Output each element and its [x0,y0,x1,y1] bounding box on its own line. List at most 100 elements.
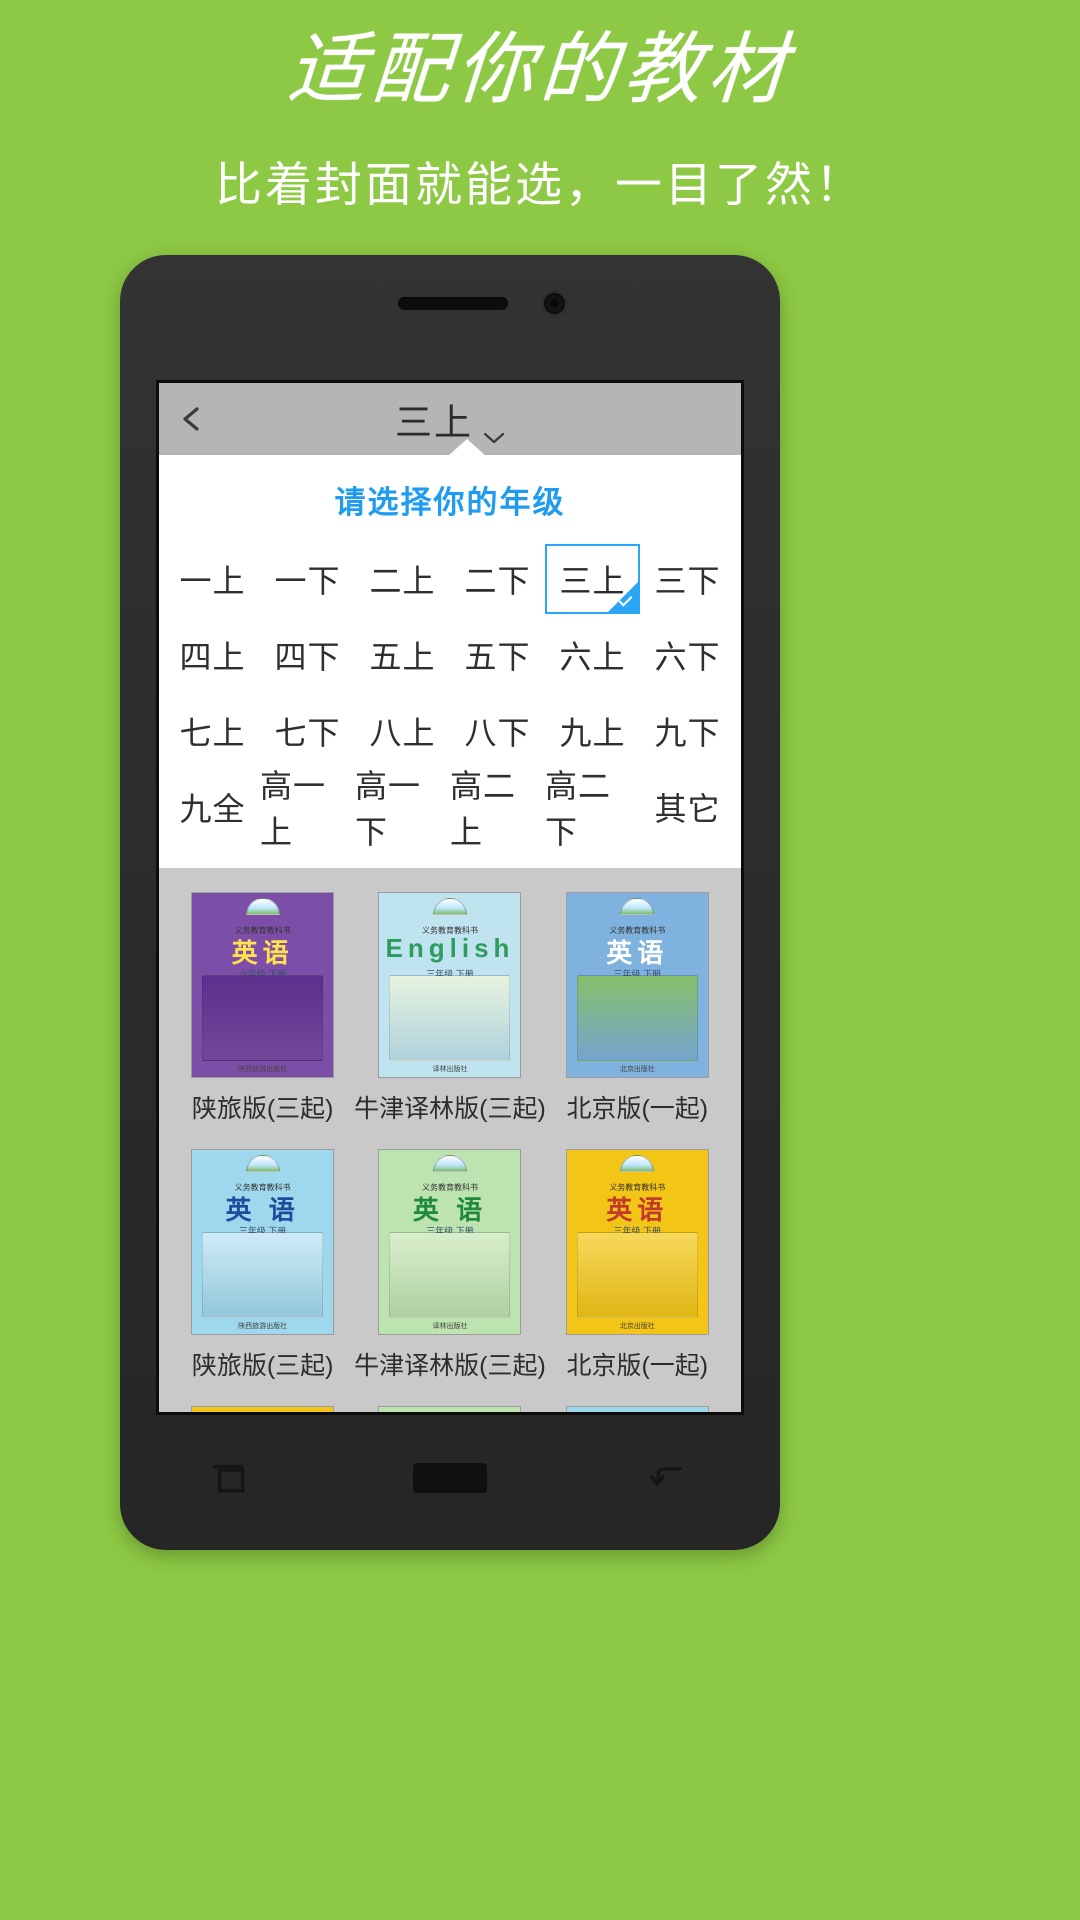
book-cover[interactable]: 义务教育教科书英语三年级 下册北京出版社 [565,1149,709,1335]
grade-option-六下[interactable]: 六下 [640,620,735,690]
book-cover[interactable]: 义务教育教科书英 语三年级 下册译林出版社 [378,1149,522,1335]
book-item[interactable]: 义务教育教科书 英语 六年级 下册 陕西旅游出版社陕旅版(三起) [183,892,343,1125]
dropdown-pointer-icon [448,439,486,456]
publisher-logo-icon [620,1155,655,1172]
grade-option-四上[interactable]: 四上 [165,620,260,690]
back-chevron-icon[interactable] [177,404,207,434]
promo-header: 适配你的教材 比着封面就能选，一目了然！ [0,0,1080,215]
book-title: 英 语 [225,1195,300,1225]
grade-option-高一下[interactable]: 高一下 [355,768,450,850]
book-cover[interactable]: 义务教育教科书英语三年级 下册北京出版社 [565,892,709,1078]
book-publisher: 陕西旅游出版社 [238,1066,288,1073]
book-row: 义务教育教科书英语三年级 下册北京出版社 义务教育教科书英 语三年级 下册译林出版… [159,1392,741,1415]
grade-option-label: 高二上 [450,768,517,850]
grade-option-二上[interactable]: 二上 [355,544,450,614]
phone-mockup: 三上 请选择你的年级 一上 一下 二上 二下 三上 三下 四上 四下 五上 五下 六上 六下 七上 七下八… [120,255,780,1550]
book-cover[interactable]: 义务教育教科书英 语三年级 下册译林出版社 [378,1406,522,1412]
grade-option-label: 八下 [464,715,531,751]
book-cover-illustration [389,975,511,1061]
book-item[interactable]: 义务教育教科书 英语 三年级 下册 北京出版社 北京版(一起) [557,1149,717,1382]
grade-option-label: 高二下 [545,768,612,850]
grade-option-label: 一上 [179,563,246,599]
grade-option-九下[interactable]: 九下 [640,696,735,766]
grade-option-七上[interactable]: 七上 [165,696,260,766]
book-item[interactable]: 义务教育教科书 English 三年级 下册 译林出版社牛津译林版(三起) [354,892,546,1125]
book-item[interactable]: 义务教育教科书英 语三年级 下册 译林出版社牛津译林版(三起) [354,1149,546,1382]
grade-selector-title[interactable]: 三上 [395,392,505,446]
book-cover[interactable]: 义务教育教科书 English 三年级 下册 译林出版社 [378,892,522,1078]
grade-option-九全[interactable]: 九全 [165,772,260,842]
book-title: 英语 [606,1195,669,1225]
book-publisher: 译林出版社 [432,1066,468,1073]
grade-option-四下[interactable]: 四下 [260,620,355,690]
grade-option-高二下[interactable]: 高二下 [545,768,640,850]
book-item[interactable]: 义务教育教科书英 语三年级 下册 陕西旅游出版社 陕旅版(三起) [183,1149,343,1382]
grade-option-label: 九上 [559,715,626,751]
grade-option-八下[interactable]: 八下 [450,696,545,766]
book-publisher: 陕西旅游出版社 [238,1323,288,1330]
grade-option-label: 二上 [369,563,436,599]
grade-option-label: 三下 [654,563,721,599]
grade-option-高二上[interactable]: 高二上 [450,768,545,850]
publisher-logo-icon [620,1412,654,1415]
grade-option-高一上[interactable]: 高一上 [260,768,355,850]
book-edition-label: 陕旅版(三起) [191,1095,334,1123]
grade-option-label: 八上 [369,715,436,751]
book-title: 英 语 [412,1195,488,1225]
grade-option-label: 高一下 [355,768,422,850]
page-subtitle: 比着封面就能选，一目了然！ [215,157,865,211]
book-cover-illustration [576,975,698,1061]
grade-option-三上[interactable]: 三上 [545,544,640,614]
recents-icon[interactable] [193,1448,267,1508]
grade-option-label: 九全 [179,791,246,827]
publisher-logo-icon [245,898,280,915]
grade-option-一上[interactable]: 一上 [165,544,260,614]
grade-option-二下[interactable]: 二下 [450,544,545,614]
grade-dropdown-panel: 请选择你的年级 一上 一下 二上 二下 三上 三下四上 四下 五上 五下 六上 六下七上 七下 八上 八下… [159,439,741,868]
book-cover-illustration [389,1232,511,1318]
publisher-logo-icon [620,898,655,915]
grade-option-五上[interactable]: 五上 [355,620,450,690]
grade-grid: 一上 一下 二上 二下 三上 三下 四上 四下 五上 五下 六上 六下 七上 七下 八上 八下 九上 九下 九全 高一… [159,544,741,850]
grade-option-八上[interactable]: 八上 [355,696,450,766]
book-edition-label: 牛津译林版(三起) [354,1352,546,1380]
grade-option-label: 六下 [654,639,721,675]
book-item[interactable]: 义务教育教科书英 语三年级 下册译林出版社 [370,1406,530,1412]
chevron-down-icon [483,412,505,444]
grade-option-七下[interactable]: 七下 [260,696,355,766]
grade-option-五下[interactable]: 五下 [450,620,545,690]
grade-option-一下[interactable]: 一下 [260,544,355,614]
publisher-logo-icon [432,1155,467,1172]
book-edition-label: 北京版(一起) [566,1095,709,1123]
book-cover[interactable]: 义务教育教科书英 语三年级 下册陕西旅游出版社 [565,1406,709,1415]
grade-option-六上[interactable]: 六上 [545,620,640,690]
book-item[interactable]: 义务教育教科书英 语三年级 下册陕西旅游出版社 [557,1406,717,1415]
grade-option-label: 五上 [369,639,436,675]
back-icon[interactable] [633,1448,707,1508]
book-publisher: 译林出版社 [432,1323,468,1330]
home-icon[interactable] [413,1448,487,1508]
book-cover[interactable]: 义务教育教科书 英语 六年级 下册 陕西旅游出版社 [191,892,335,1078]
book-cover-illustration [576,1232,698,1318]
book-cover[interactable]: 义务教育教科书英语三年级 下册北京出版社 [191,1406,335,1412]
grade-option-label: 六上 [559,639,626,675]
appbar-title-label: 三上 [395,402,473,443]
publisher-logo-icon [432,898,467,915]
book-edition-label: 牛津译林版(三起) [354,1095,546,1123]
book-publisher: 北京出版社 [619,1066,655,1073]
dropdown-title: 请选择你的年级 [334,485,566,520]
book-list: 义务教育教科书 英语 六年级 下册 陕西旅游出版社 陕旅版(三起) 义务教育教科书 Engl… [159,868,741,1415]
grade-option-九上[interactable]: 九上 [545,696,640,766]
book-cover-illustration [202,975,324,1061]
grade-option-label: 二下 [464,563,531,599]
grade-option-其它[interactable]: 其它 [640,772,735,842]
book-item[interactable]: 义务教育教科书 英语 三年级 下册 北京出版社北京版(一起) [557,892,717,1125]
book-item[interactable]: 义务教育教科书英语三年级 下册北京出版社 [183,1406,343,1412]
publisher-logo-icon [245,1155,280,1172]
check-icon [608,582,638,612]
phone-top-bezel [120,255,780,383]
book-cover[interactable]: 义务教育教科书英 语三年级 下册陕西旅游出版社 [191,1149,335,1335]
grade-option-label: 高一上 [260,768,327,850]
grade-option-三下[interactable]: 三下 [640,544,735,614]
page-title: 适配你的教材 [284,25,796,115]
